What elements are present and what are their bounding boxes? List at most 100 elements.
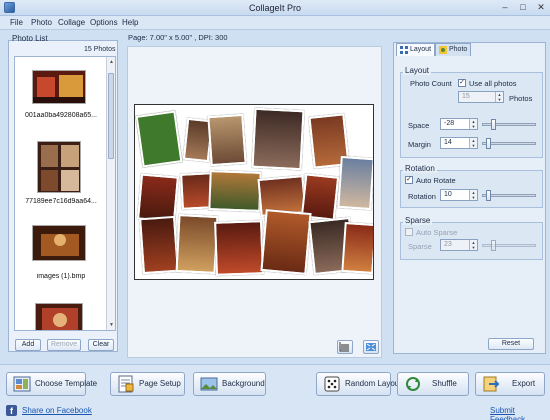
- use-all-photos-checkbox[interactable]: ✓: [458, 79, 466, 87]
- close-button[interactable]: ✕: [532, 1, 550, 14]
- stepper-arrows-icon[interactable]: ▲ ▼: [469, 119, 477, 129]
- menu-photo[interactable]: Photo: [31, 18, 52, 27]
- menu-file[interactable]: File: [10, 18, 23, 27]
- maximize-button[interactable]: □: [514, 1, 532, 14]
- window-title: CollageIt Pro: [248, 3, 302, 13]
- checkmark-icon: ✓: [459, 79, 465, 86]
- menu-collage[interactable]: Collage: [58, 18, 85, 27]
- scroll-thumb[interactable]: [108, 73, 114, 159]
- collage-preview[interactable]: [134, 104, 374, 280]
- shuffle-icon: [403, 375, 423, 393]
- collage-photo[interactable]: [341, 221, 373, 275]
- sparse-group-title: Sparse: [403, 216, 433, 225]
- menu-help[interactable]: Help: [122, 18, 138, 27]
- photo-list-scrollbar[interactable]: ▲ ▼: [106, 57, 115, 330]
- auto-sparse-label: Auto Sparse: [416, 228, 458, 237]
- submit-feedback-link[interactable]: Submit Feedback: [490, 406, 550, 420]
- choose-template-label: Choose Template: [35, 379, 98, 388]
- crop-icon-graphic: [339, 342, 349, 352]
- stepper-arrows-icon[interactable]: ▲ ▼: [469, 190, 477, 200]
- fit-screen-icon-graphic: [366, 343, 376, 351]
- photo-caption: 77189ee7c16d9aa64...: [25, 198, 97, 205]
- tab-layout[interactable]: Layout: [396, 43, 435, 56]
- stepper-arrows-icon[interactable]: ▲ ▼: [469, 240, 477, 250]
- template-icon: [12, 375, 32, 393]
- stepper-arrows-icon[interactable]: ▲ ▼: [469, 138, 477, 148]
- sparse-stepper[interactable]: 23 ▲ ▼: [440, 239, 478, 251]
- facebook-icon[interactable]: f: [6, 405, 17, 416]
- photo-caption: 001aa0ba492808a65...: [24, 112, 98, 119]
- scroll-up-icon[interactable]: ▲: [108, 58, 115, 66]
- background-label: Background: [222, 379, 265, 388]
- background-button[interactable]: Background: [193, 372, 266, 396]
- photos-unit-label: Photos: [509, 94, 533, 103]
- space-stepper[interactable]: -28 ▲ ▼: [440, 118, 478, 130]
- choose-template-button[interactable]: Choose Template: [6, 372, 97, 396]
- collage-photo[interactable]: [214, 220, 264, 276]
- collage-photo[interactable]: [260, 209, 312, 275]
- page-setup-icon: [116, 375, 136, 393]
- clear-photos-button[interactable]: Clear: [88, 339, 114, 351]
- sparse-label: Sparse: [408, 242, 432, 251]
- export-icon: [481, 375, 501, 393]
- page-setup-button[interactable]: Page Setup: [110, 372, 185, 396]
- photo-icon: [439, 46, 447, 54]
- export-button[interactable]: Export: [475, 372, 545, 396]
- auto-rotate-label: Auto Rotate: [416, 176, 456, 185]
- menu-bar: File Photo Collage Options Help: [0, 16, 550, 30]
- share-on-facebook-link[interactable]: Share on Facebook: [22, 406, 92, 415]
- collage-photo[interactable]: [139, 215, 179, 275]
- collage-photo[interactable]: [175, 213, 219, 275]
- menu-options[interactable]: Options: [90, 18, 118, 27]
- photo-count-stepper[interactable]: 15 ▲ ▼: [458, 91, 504, 103]
- photo-thumb[interactable]: [35, 303, 83, 330]
- space-value: -28: [444, 120, 455, 127]
- remove-photo-button[interactable]: Remove: [47, 339, 81, 351]
- photo-caption: images (1).bmp: [36, 273, 86, 280]
- photo-thumb[interactable]: [32, 225, 86, 261]
- photo-list-title: Photo List: [12, 34, 48, 43]
- rotation-group-title: Rotation: [403, 164, 437, 173]
- photo-thumb[interactable]: [32, 70, 86, 104]
- auto-rotate-checkbox[interactable]: ✓: [405, 176, 413, 184]
- add-photo-button[interactable]: Add: [15, 339, 41, 351]
- rotation-label: Rotation: [408, 192, 436, 201]
- photo-thumb-image: [33, 226, 85, 260]
- photo-list[interactable]: 001aa0ba492808a65... 77189ee7c16d9aa64..…: [14, 56, 116, 331]
- rotation-stepper[interactable]: 10 ▲ ▼: [440, 189, 478, 201]
- margin-slider-thumb[interactable]: [486, 138, 491, 149]
- margin-stepper[interactable]: 14 ▲ ▼: [440, 137, 478, 149]
- fit-screen-icon[interactable]: [363, 340, 379, 354]
- space-label: Space: [408, 121, 430, 130]
- minimize-button[interactable]: –: [496, 1, 514, 14]
- shuffle-button[interactable]: Shuffle: [397, 372, 469, 396]
- margin-value: 14: [444, 139, 452, 146]
- photo-thumb-image: [33, 71, 85, 103]
- space-slider-thumb[interactable]: [491, 119, 496, 130]
- random-layout-label: Random Layout: [345, 379, 402, 388]
- collage-photo[interactable]: [208, 170, 262, 212]
- photo-count-field-label: Photo Count: [410, 79, 452, 88]
- sparse-value: 23: [444, 241, 452, 248]
- collage-photo[interactable]: [207, 113, 247, 167]
- collage-photo[interactable]: [135, 110, 183, 168]
- dice-icon: [322, 375, 342, 393]
- sparse-slider-thumb[interactable]: [491, 240, 496, 251]
- layout-grid-icon: [400, 46, 408, 54]
- scroll-down-icon[interactable]: ▼: [108, 321, 115, 329]
- random-layout-button[interactable]: Random Layout: [316, 372, 401, 396]
- collage-photo[interactable]: [337, 155, 373, 211]
- reset-button[interactable]: Reset: [488, 338, 534, 350]
- use-all-photos-label: Use all photos: [469, 79, 517, 88]
- collage-photo[interactable]: [251, 107, 305, 171]
- rotation-value: 10: [444, 191, 452, 198]
- stepper-arrows-icon[interactable]: ▲ ▼: [495, 92, 503, 102]
- title-bar: CollageIt Pro – □ ✕: [0, 0, 550, 16]
- photo-thumb-image: [38, 142, 80, 192]
- auto-sparse-checkbox[interactable]: [405, 228, 413, 236]
- tab-photo[interactable]: Photo: [435, 43, 471, 56]
- rotation-slider-thumb[interactable]: [486, 190, 491, 201]
- crop-icon[interactable]: [337, 340, 353, 354]
- tab-layout-label: Layout: [410, 46, 432, 53]
- photo-thumb[interactable]: [37, 141, 81, 193]
